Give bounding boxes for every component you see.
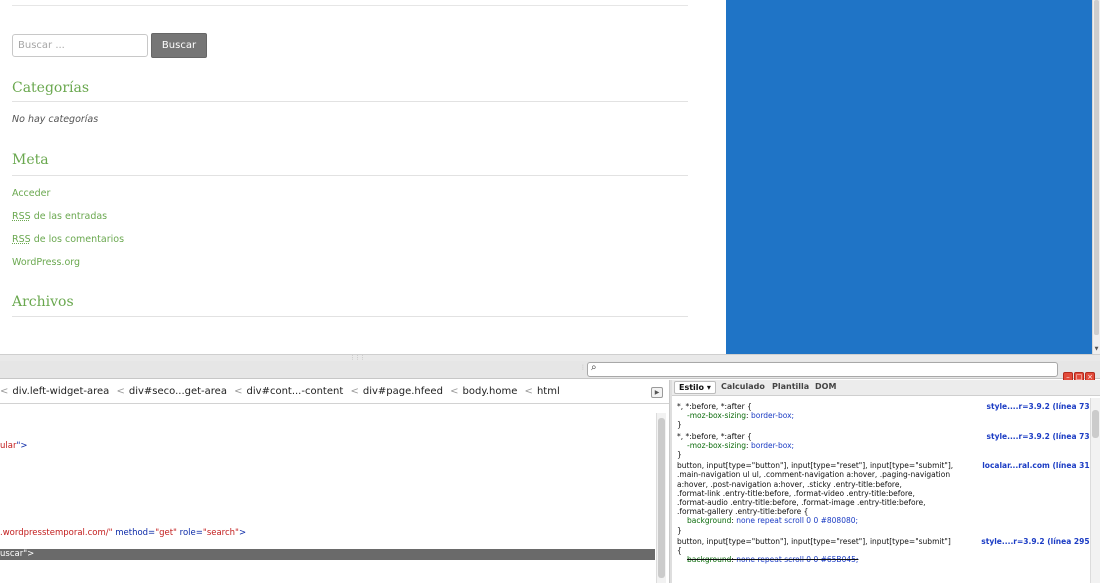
css-rule[interactable]: *, *:before, *:after { style....r=3.9.2 …	[677, 431, 1093, 460]
style-tabs: Estilo ▾ Calculado Plantilla DOM	[672, 380, 1100, 396]
devtools-search-input[interactable]: ⌕	[587, 362, 1058, 377]
css-rule[interactable]: button, input[type="button"], input[type…	[677, 536, 1093, 565]
rule-close: }	[677, 525, 682, 535]
property-value: border-box;	[750, 440, 795, 450]
wordpress-org-link[interactable]: WordPress.org	[12, 257, 80, 268]
property-value: none repeat scroll 0 0 #808080;	[736, 516, 859, 526]
breadcrumb: < div.left-widget-area < div#seco...get-ar…	[0, 380, 669, 404]
meta-title: Meta	[12, 152, 49, 168]
breadcrumb-separator: <	[0, 386, 9, 397]
scrollbar-thumb[interactable]	[1092, 410, 1099, 438]
divider	[12, 316, 688, 317]
rss-entries-label: de las entradas	[30, 211, 108, 222]
divider	[12, 101, 688, 102]
rss-abbr: RSS	[12, 211, 31, 222]
archives-title: Archivos	[12, 294, 74, 310]
breadcrumb-item[interactable]: body.home	[463, 386, 518, 397]
rule-property[interactable]: background: none repeat scroll 0 0 #8080…	[677, 516, 1087, 525]
property-name: background	[687, 555, 732, 565]
property-name: background	[687, 516, 732, 526]
css-rules-list: *, *:before, *:after { style....r=3.9.2 …	[677, 402, 1093, 566]
style-panel-scrollbar[interactable]	[1090, 398, 1100, 583]
scrollbar-thumb[interactable]	[1094, 0, 1099, 335]
tab-style[interactable]: Estilo ▾	[674, 381, 716, 394]
breadcrumb-separator: <	[234, 386, 243, 397]
attr-name: role=	[176, 528, 203, 538]
property-value: none repeat scroll 0 0 #65B045;	[736, 555, 859, 565]
rule-source-link[interactable]: style....r=3.9.2 (línea 295)	[979, 536, 1093, 547]
selected-html-line[interactable]: uscar">	[0, 549, 655, 560]
page-scrollbar[interactable]: ▼	[1092, 0, 1100, 354]
breadcrumb-item[interactable]: div.left-widget-area	[12, 386, 109, 397]
search-button[interactable]: Buscar	[151, 33, 207, 58]
tab-dom[interactable]: DOM	[815, 382, 836, 391]
divider	[12, 175, 688, 176]
attr-value: ular	[0, 441, 17, 451]
property-value: border-box;	[750, 411, 795, 421]
attr-value: "get"	[155, 528, 177, 538]
breadcrumb-item[interactable]: html	[537, 386, 560, 397]
html-panel: < div.left-widget-area < div#seco...get-ar…	[0, 380, 669, 583]
divider	[12, 5, 688, 6]
scroll-down-arrow-icon[interactable]: ▼	[1093, 346, 1100, 352]
expand-arrow-icon[interactable]: ▶	[651, 387, 663, 398]
search-input[interactable]	[12, 34, 148, 57]
property-name: -moz-box-sizing	[687, 411, 747, 421]
no-categories-text: No hay categorías	[12, 114, 99, 125]
rule-source-link[interactable]: style....r=3.9.2 (línea 73)	[984, 431, 1093, 441]
tag-end: ">	[16, 441, 28, 451]
style-panel: Estilo ▾ Calculado Plantilla DOM *, *:be…	[672, 380, 1100, 583]
devtools-splitter[interactable]: ⋮⋮⋮	[0, 354, 1100, 361]
attr-value: "search"	[202, 528, 239, 538]
rule-property[interactable]: -moz-box-sizing: border-box;	[677, 411, 1087, 420]
breadcrumb-item[interactable]: div#page.hfeed	[363, 386, 443, 397]
tag-end: >	[238, 528, 247, 538]
rule-source-link[interactable]: style....r=3.9.2 (línea 73)	[984, 402, 1093, 412]
breadcrumb-separator: <	[350, 386, 359, 397]
property-name: -moz-box-sizing	[687, 440, 747, 450]
rss-entries-link[interactable]: RSS de las entradas	[12, 211, 107, 222]
rss-abbr: RSS	[12, 234, 31, 245]
breadcrumb-separator: <	[450, 386, 459, 397]
firefox-page: Buscar Categorías No hay categorías Meta…	[0, 0, 1100, 583]
html-panel-scrollbar[interactable]	[656, 413, 666, 583]
css-rule[interactable]: button, input[type="button"], input[type…	[677, 461, 1093, 535]
blue-content-panel	[726, 0, 1092, 354]
rss-comments-link[interactable]: RSS de los comentarios	[12, 234, 124, 245]
css-rule[interactable]: *, *:before, *:after { style....r=3.9.2 …	[677, 402, 1093, 430]
grip-icon: ⋮	[580, 364, 586, 371]
rule-property-overridden[interactable]: background: none repeat scroll 0 0 #65B0…	[677, 555, 1087, 564]
web-page-content: Buscar Categorías No hay categorías Meta…	[0, 0, 1100, 354]
breadcrumb-item[interactable]: div#seco...get-area	[129, 386, 227, 397]
tab-computed[interactable]: Calculado	[721, 382, 765, 391]
breadcrumb-separator: <	[116, 386, 125, 397]
attr-name: method=	[112, 528, 156, 538]
rule-close: }	[677, 450, 682, 460]
categories-title: Categorías	[12, 80, 90, 96]
breadcrumb-separator: <	[524, 386, 533, 397]
devtools-toolbar: ⋮ ⌕ – □ ×	[0, 361, 1100, 382]
attr-value: .wordpresstemporal.com/	[0, 528, 109, 538]
login-link[interactable]: Acceder	[12, 188, 50, 199]
breadcrumb-item[interactable]: div#cont...-content	[247, 386, 344, 397]
rule-source-link[interactable]: localar...ral.com (línea 31)	[980, 461, 1093, 471]
rule-property[interactable]: -moz-box-sizing: border-box;	[677, 441, 1087, 450]
search-icon: ⌕	[591, 362, 597, 373]
html-source-line[interactable]: .wordpresstemporal.com/" method="get" ro…	[0, 528, 246, 538]
tab-template[interactable]: Plantilla	[772, 382, 809, 391]
rule-close: }	[677, 420, 682, 430]
html-source-line[interactable]: ular">	[0, 441, 28, 451]
rss-comments-label: de los comentarios	[30, 234, 125, 245]
scrollbar-thumb[interactable]	[658, 418, 665, 578]
